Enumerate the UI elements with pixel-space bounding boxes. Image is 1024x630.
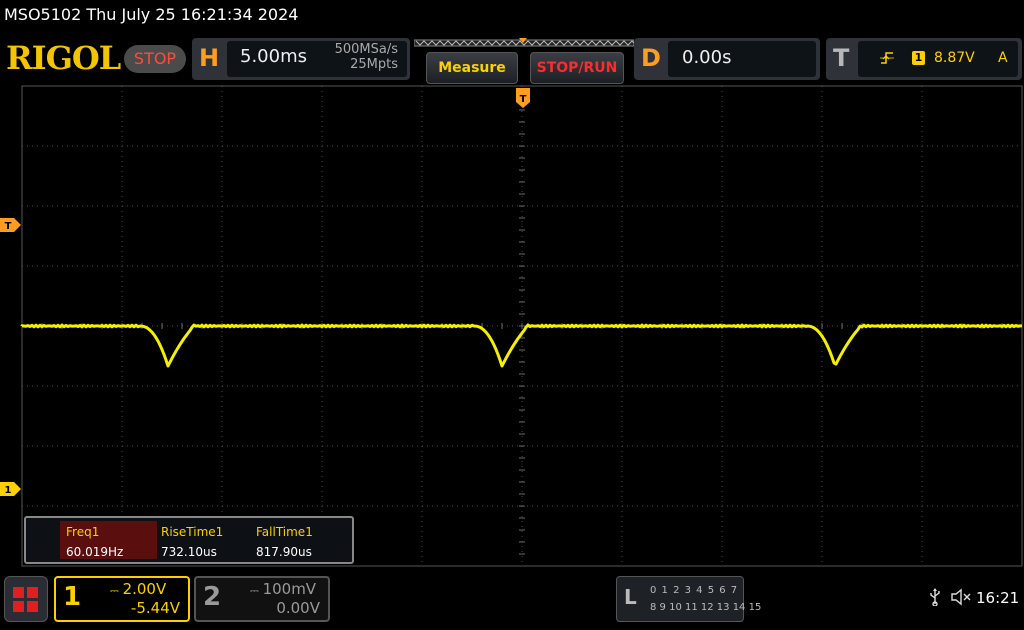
meas-fall-label: FallTime1 bbox=[256, 525, 313, 539]
speaker-muted-icon-svg bbox=[951, 588, 971, 606]
meas-fall-value: 817.90us bbox=[256, 545, 312, 559]
measurement-table[interactable]: Freq1 60.019Hz RiseTime1 732.10us FallTi… bbox=[24, 516, 354, 564]
channel2-scale-value: 100mV bbox=[262, 580, 317, 598]
logic-channels-low: 0 1 2 3 4 5 6 7 bbox=[650, 585, 739, 596]
channel1-scale: ⎓ 2.00V bbox=[110, 580, 166, 598]
ch1-ground-marker: 1 bbox=[0, 482, 21, 496]
menu-grid-icon bbox=[13, 587, 38, 612]
logic-analyzer-letter: L bbox=[624, 585, 637, 609]
usb-icon-svg bbox=[930, 588, 940, 607]
meas-freq-label: Freq1 bbox=[66, 525, 100, 539]
meas-freq-value: 60.019Hz bbox=[66, 545, 124, 559]
main-menu-button[interactable] bbox=[4, 576, 48, 622]
trigger-level-marker-label: T bbox=[5, 221, 12, 232]
channel2-scale: ⎓ 100mV bbox=[250, 580, 316, 598]
waveform-display[interactable]: T T 1 bbox=[0, 0, 1024, 570]
dc-coupling-icon: ⎓ bbox=[250, 584, 259, 597]
meas-rise-label: RiseTime1 bbox=[161, 525, 224, 539]
system-clock: 16:21 bbox=[976, 589, 1020, 607]
channel1-offset: -5.44V bbox=[130, 599, 180, 617]
dc-coupling-icon: ⎓ bbox=[110, 584, 119, 597]
channel2-offset: 0.00V bbox=[276, 599, 320, 617]
ch1-ground-marker-label: 1 bbox=[5, 485, 12, 496]
trigger-time-marker-label: T bbox=[520, 94, 527, 105]
meas-rise-value: 732.10us bbox=[161, 545, 217, 559]
channel1-scale-value: 2.00V bbox=[122, 580, 167, 598]
speaker-muted-icon[interactable] bbox=[950, 588, 972, 610]
usb-icon bbox=[928, 588, 942, 610]
channel1-number: 1 bbox=[63, 582, 82, 612]
channel2-number: 2 bbox=[203, 582, 222, 612]
logic-channels-high: 8 9 10 11 12 13 14 15 bbox=[650, 602, 762, 613]
trigger-level-marker: T bbox=[0, 218, 21, 232]
